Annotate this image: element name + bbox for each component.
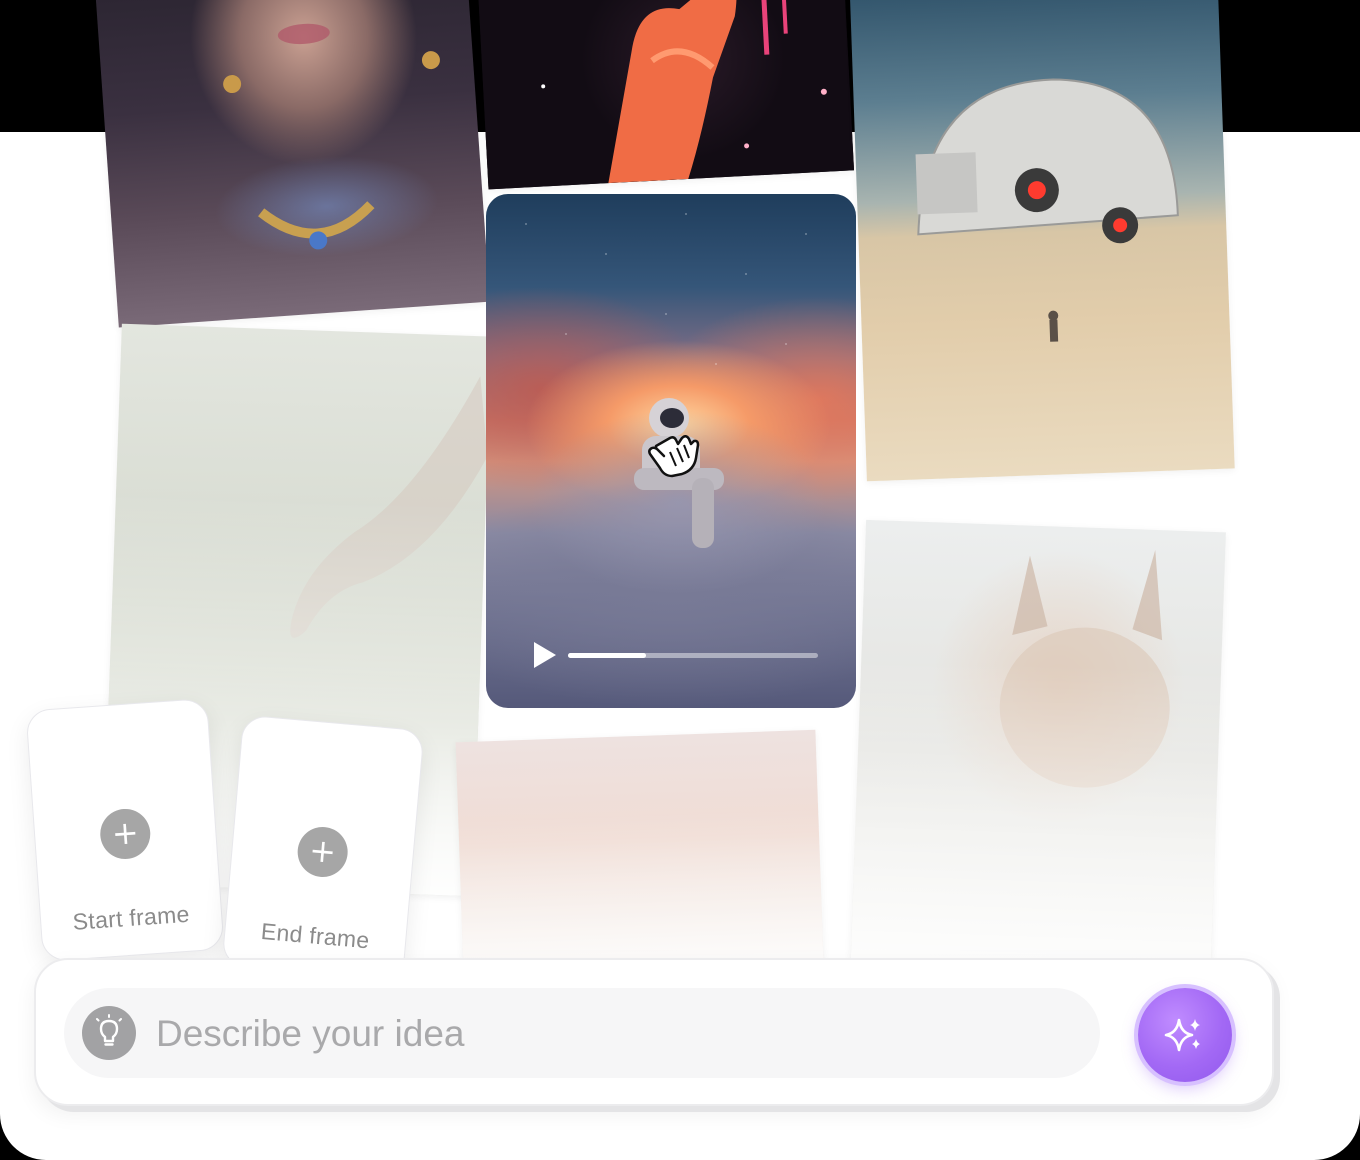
video-controls <box>530 640 820 670</box>
lightbulb-icon[interactable] <box>82 1006 136 1060</box>
video-player[interactable] <box>486 194 856 708</box>
plus-icon[interactable]: + <box>295 824 350 880</box>
start-frame-label: Start frame <box>71 900 191 935</box>
gallery-image-woman-portrait <box>94 0 490 328</box>
gallery-image-robot-desert <box>849 0 1235 482</box>
play-icon[interactable] <box>530 640 560 670</box>
hand-illustration <box>541 0 827 184</box>
start-frame-card[interactable]: + Start frame <box>25 697 225 963</box>
gallery: + Start frame + End frame <box>0 0 1360 1160</box>
plus-icon[interactable]: + <box>98 807 152 861</box>
end-frame-label: End frame <box>259 917 371 954</box>
prompt-input[interactable] <box>154 1006 1078 1062</box>
prompt-input-container <box>64 988 1100 1078</box>
astronaut-illustration <box>634 398 724 548</box>
video-progress-bar[interactable] <box>568 653 818 658</box>
generate-button[interactable] <box>1138 988 1232 1082</box>
gallery-image-lynx <box>850 519 1226 993</box>
image-fade-overlay <box>850 519 1226 993</box>
prompt-bar <box>34 958 1274 1106</box>
end-frame-card[interactable]: + End frame <box>221 714 425 982</box>
gallery-image-hand-space <box>475 0 855 190</box>
jewelry-decoration <box>223 23 440 250</box>
robot-illustration <box>915 78 1179 342</box>
hand-cursor-icon <box>648 435 700 478</box>
sparkles-icon <box>1164 1018 1200 1052</box>
video-progress-fill <box>568 653 646 658</box>
